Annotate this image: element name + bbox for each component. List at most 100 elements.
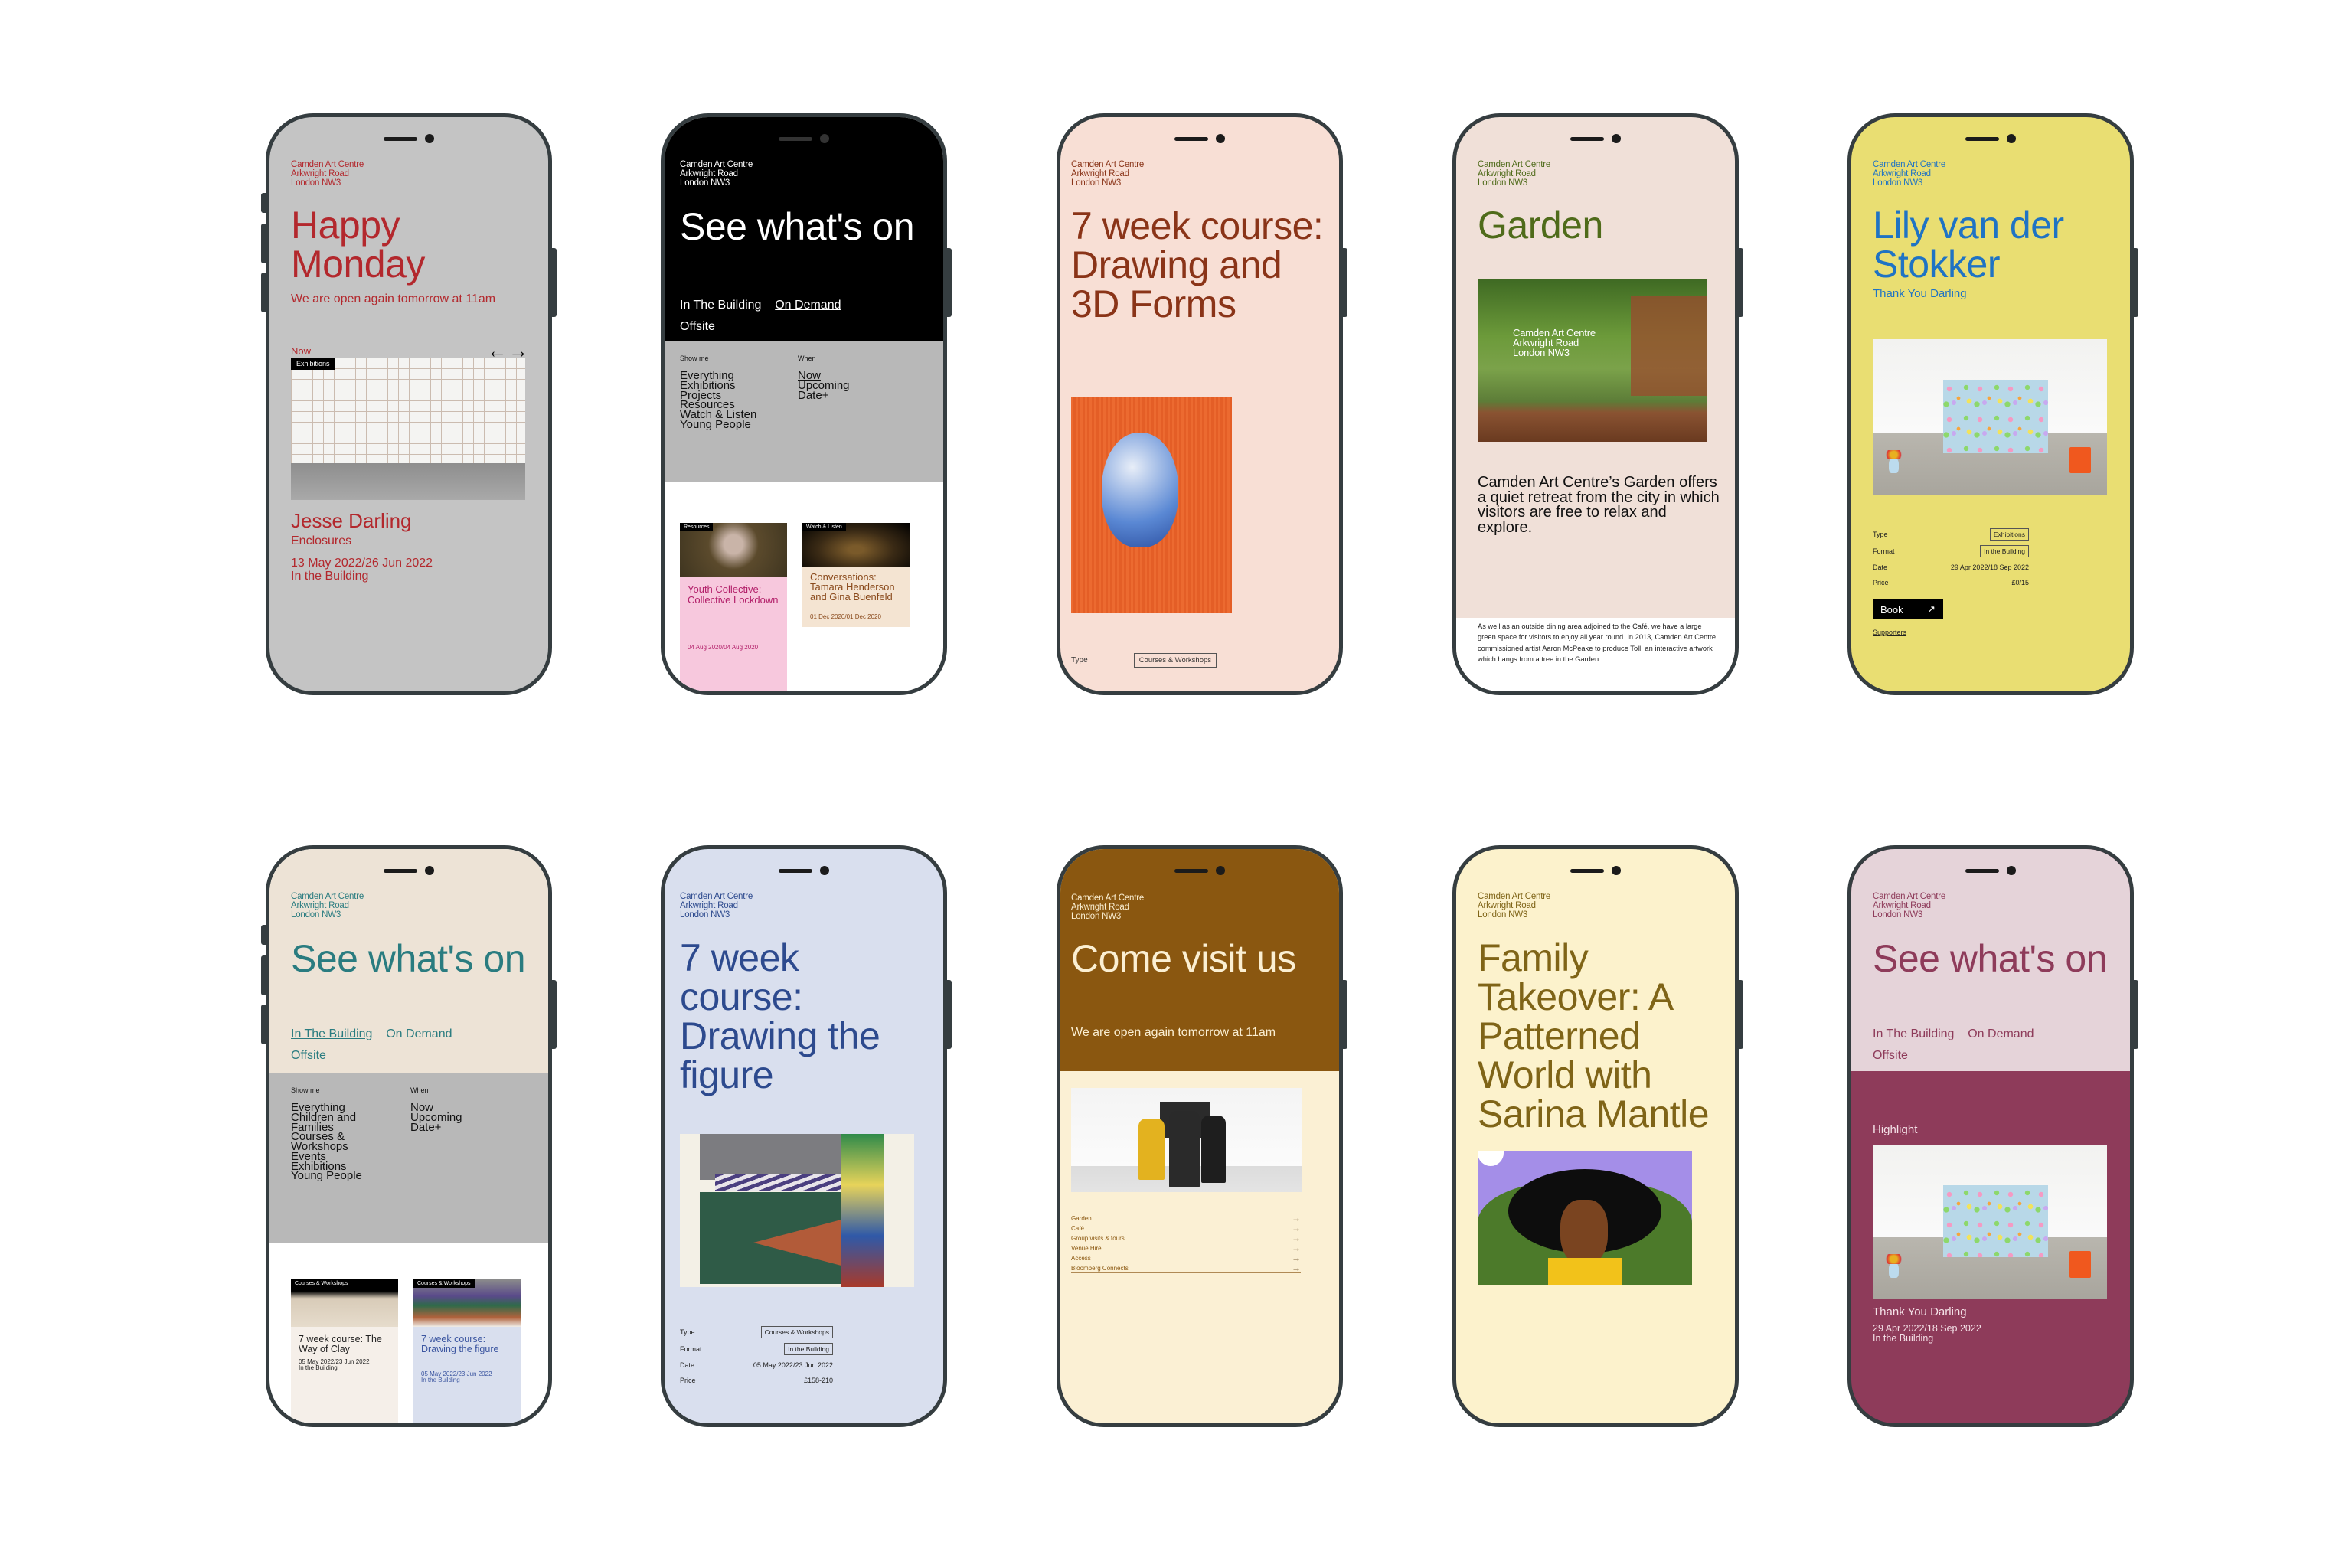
category-tag: Courses & Workshops (291, 1279, 352, 1288)
camera-icon (425, 866, 434, 875)
phone-screen: Camden Art Centre Arkwright Road London … (266, 845, 552, 1427)
event-card[interactable]: Resources Youth Collective: Collective L… (680, 523, 787, 691)
address-line: Arkwright Road (291, 901, 349, 911)
visit-link-venue-hire[interactable]: Venue Hire → (1071, 1243, 1301, 1253)
page-title: 7 week course: Drawing the figure (680, 936, 880, 1096)
phone-garden: Camden Art Centre Arkwright Road London … (1452, 113, 1743, 695)
book-button[interactable]: Book ↗ (1873, 599, 1943, 619)
address-line: Camden Art Centre (680, 160, 753, 169)
type-chip[interactable]: Courses & Workshops (760, 1326, 833, 1338)
event-card[interactable]: Courses & Workshops 7 week course: The W… (291, 1279, 398, 1423)
address-line: London NW3 (1478, 178, 1528, 188)
camera-icon (2007, 866, 2016, 875)
visit-link-garden[interactable]: Garden → (1071, 1213, 1301, 1223)
phone-screen: Camden Art Centre Arkwright Road London … (1057, 113, 1343, 695)
format-chip[interactable]: In the Building (1980, 545, 2029, 557)
meta-row-price: Price £158-210 (680, 1373, 833, 1388)
address-block: Camden Art Centre Arkwright Road London … (1478, 892, 1550, 920)
address-block: Camden Art Centre Arkwright Road London … (1873, 892, 1945, 920)
artist-name[interactable]: Jesse Darling (270, 509, 430, 533)
when-option-date[interactable]: Date+ (410, 1122, 462, 1133)
camera-icon (425, 134, 434, 143)
visit-link-access[interactable]: Access → (1071, 1253, 1301, 1263)
tab-in-the-building[interactable]: In The Building (680, 299, 761, 312)
exhibition-subtitle: Thank You Darling (1873, 287, 1967, 300)
phone-lily-van-der-stokker: Camden Art Centre Arkwright Road London … (1847, 113, 2138, 695)
camera-icon (820, 866, 829, 875)
phone-screen: Camden Art Centre Arkwright Road London … (1057, 845, 1343, 1427)
address-line: London NW3 (291, 910, 341, 920)
tab-on-demand[interactable]: On Demand (775, 299, 841, 312)
highlight-title[interactable]: Thank You Darling (1873, 1305, 1967, 1318)
address-block: Camden Art Centre Arkwright Road London … (1071, 160, 1144, 188)
tab-in-the-building[interactable]: In The Building (291, 1027, 372, 1040)
phone-see-whats-on-teal: Camden Art Centre Arkwright Road London … (261, 845, 557, 1427)
visit-link-bloomberg-connects[interactable]: Bloomberg Connects → (1071, 1263, 1301, 1273)
page-title: See what's on (1873, 937, 2108, 980)
phone-drawing-the-figure: Camden Art Centre Arkwright Road London … (661, 845, 952, 1427)
meta-row-price: Price £0/15 (1873, 575, 2029, 590)
format-chip[interactable]: In the Building (784, 1343, 833, 1355)
meta-row-type: Type Exhibitions (1873, 526, 2029, 543)
section-label: Now (291, 345, 312, 357)
address-line: Arkwright Road (1873, 901, 1931, 911)
filter-option[interactable]: Courses & Workshops (291, 1131, 375, 1152)
tab-offsite[interactable]: Offsite (680, 320, 715, 333)
price-value: £158-210 (803, 1377, 833, 1384)
exhibition-image[interactable]: Exhibitions (291, 358, 525, 500)
show-me-label: Show me (680, 354, 709, 362)
tab-bar: In The Building On Demand Offsite (291, 1024, 536, 1067)
image-overlay-text: Camden Art Centre Arkwright Road London … (1513, 328, 1596, 358)
tab-on-demand[interactable]: On Demand (386, 1027, 452, 1040)
visit-link-cafe[interactable]: Café → (1071, 1223, 1301, 1233)
tab-in-the-building[interactable]: In The Building (1873, 1027, 1954, 1040)
address-line: London NW3 (291, 178, 341, 188)
opening-status: We are open again tomorrow at 11am (1071, 1026, 1276, 1039)
category-tag: Courses & Workshops (413, 1279, 475, 1288)
event-illustration (1478, 1151, 1692, 1285)
garden-image: Camden Art Centre Arkwright Road London … (1478, 279, 1707, 442)
tab-offsite[interactable]: Offsite (291, 1049, 326, 1062)
type-chip[interactable]: Exhibitions (1989, 528, 2029, 541)
when-option-date[interactable]: Date+ (798, 390, 850, 401)
meta-row-format: Format In the Building (1873, 543, 2029, 560)
filter-option[interactable]: Young People (291, 1170, 398, 1181)
event-card[interactable]: Watch & Listen Conversations: Tamara Hen… (802, 523, 910, 627)
address-line: Arkwright Road (291, 169, 349, 179)
opening-status: We are open again tomorrow at 11am (291, 292, 496, 305)
meta-label: Type (680, 1328, 695, 1336)
address-line: Camden Art Centre (1873, 892, 1946, 901)
course-image (680, 1134, 914, 1287)
filter-panel: Show me Everything Exhibitions Projects … (665, 341, 943, 482)
visit-link-group-visits[interactable]: Group visits & tours → (1071, 1233, 1301, 1243)
address-line: London NW3 (1071, 912, 1122, 922)
link-label: Access (1071, 1254, 1091, 1262)
highlight-location: In the Building (1873, 1332, 1934, 1344)
card-dates: 01 Dec 2020/01 Dec 2020 (810, 613, 881, 620)
meta-label: Format (680, 1345, 702, 1353)
tab-on-demand[interactable]: On Demand (1968, 1027, 2034, 1040)
supporters-link[interactable]: Supporters (1873, 629, 1906, 636)
event-card[interactable]: Courses & Workshops 7 week course: Drawi… (413, 1279, 521, 1423)
highlight-image[interactable] (1873, 1145, 2107, 1299)
header: Camden Art Centre Arkwright Road London … (270, 849, 548, 1073)
address-line: Camden Art Centre (680, 892, 753, 901)
show-me-list: Everything Children and Families Courses… (291, 1102, 398, 1181)
lead-text: Camden Art Centre’s Garden offers a quie… (1478, 474, 1720, 536)
card-dates: 04 Aug 2020/04 Aug 2020 (688, 644, 759, 651)
address-line: Camden Art Centre (1071, 160, 1145, 169)
date-value: 05 May 2022/23 Jun 2022 (753, 1361, 833, 1369)
body-panel: As well as an outside dining area adjoin… (1456, 618, 1735, 691)
meta-table: Type Courses & Workshops Format In the B… (680, 1324, 833, 1388)
arrow-right-icon: → (1292, 1243, 1301, 1253)
when-list: Now Upcoming Date+ (410, 1102, 462, 1133)
address-line: London NW3 (1071, 178, 1122, 188)
address-line: London NW3 (1478, 910, 1528, 920)
camera-icon (2007, 134, 2016, 143)
camera-icon (1216, 866, 1225, 875)
meta-label: Type (1071, 656, 1088, 665)
tab-offsite[interactable]: Offsite (1873, 1049, 1908, 1062)
filter-option[interactable]: Young People (680, 419, 756, 430)
type-chip[interactable]: Courses & Workshops (1133, 653, 1217, 668)
address-block: Camden Art Centre Arkwright Road London … (291, 892, 364, 920)
